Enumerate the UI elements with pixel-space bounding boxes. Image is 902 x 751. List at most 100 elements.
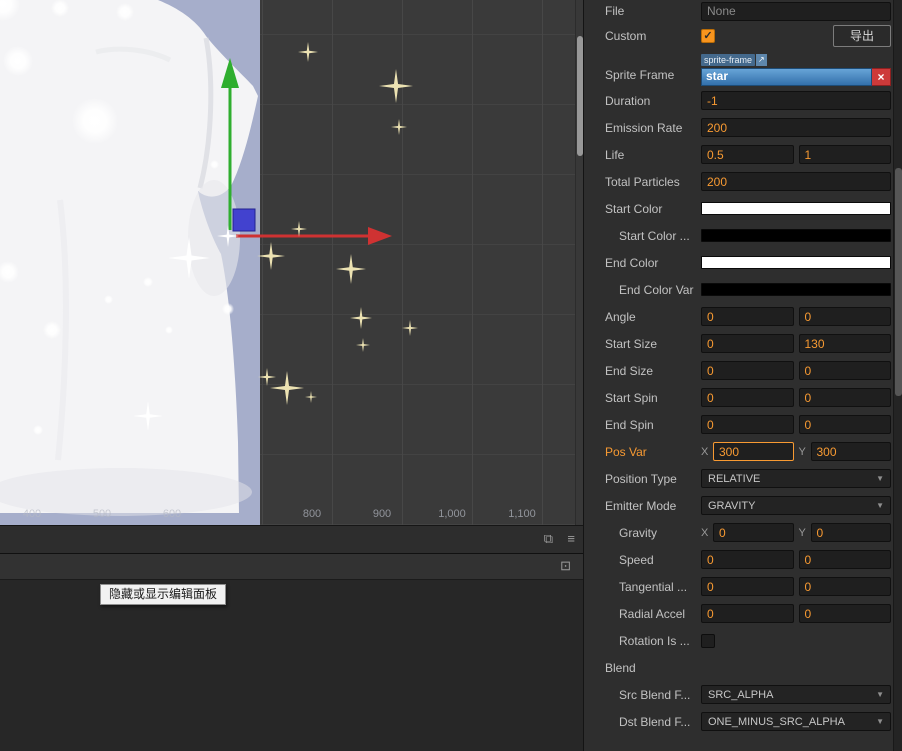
- position-type-select[interactable]: RELATIVE ▼: [701, 469, 891, 488]
- custom-checkbox[interactable]: ✓: [701, 28, 715, 43]
- row-start-color: Start Color: [584, 195, 894, 222]
- pos-var-x-input[interactable]: [713, 442, 794, 461]
- check-icon: ✓: [703, 29, 713, 42]
- total-particles-input[interactable]: [701, 172, 891, 191]
- start-size-var-input[interactable]: [798, 334, 891, 353]
- chevron-down-icon: ▼: [876, 717, 884, 726]
- row-radial-accel: Radial Accel: [584, 600, 894, 627]
- speed-input[interactable]: [701, 550, 794, 569]
- row-start-spin: Start Spin: [584, 384, 894, 411]
- emission-rate-input[interactable]: [701, 118, 891, 137]
- end-spin-input[interactable]: [701, 415, 794, 434]
- end-color-swatch[interactable]: [701, 256, 891, 269]
- gizmo-x-arrow[interactable]: [368, 227, 392, 245]
- sprite-frame-asset[interactable]: star: [701, 68, 872, 86]
- src-blend-select[interactable]: SRC_ALPHA ▼: [701, 685, 891, 704]
- row-start-size: Start Size: [584, 330, 894, 357]
- emitter-mode-select[interactable]: GRAVITY ▼: [701, 496, 891, 515]
- export-button[interactable]: 导出: [832, 24, 891, 47]
- panel-menu-icon[interactable]: ≡: [567, 531, 575, 547]
- angle-var-input[interactable]: [798, 307, 891, 326]
- ruler-label: 900: [372, 508, 392, 520]
- start-color-swatch[interactable]: [701, 202, 891, 215]
- rotation-is-checkbox[interactable]: [701, 633, 715, 648]
- angle-input[interactable]: [701, 307, 794, 326]
- src-blend-value: SRC_ALPHA: [708, 688, 774, 701]
- external-link-icon[interactable]: ↗: [756, 53, 767, 66]
- life-input[interactable]: [701, 145, 794, 164]
- scene-scrollbar[interactable]: [575, 0, 583, 525]
- end-color-var-swatch[interactable]: [701, 283, 891, 296]
- custom-label: Custom: [605, 28, 647, 43]
- gravity-y-input[interactable]: [810, 523, 891, 542]
- scene-view[interactable]: 400 500 600 800 900 1,000 1,100: [0, 0, 575, 525]
- blend-section-label: Blend: [605, 660, 636, 675]
- radial-accel-label: Radial Accel: [619, 606, 686, 621]
- row-position-type: Position Type RELATIVE ▼: [584, 465, 894, 492]
- inspector-panel: File Custom ✓ 导出 Sprite Frame sprite-fra…: [583, 0, 902, 751]
- speed-var-input[interactable]: [798, 550, 891, 569]
- ruler-label: 400: [22, 508, 42, 520]
- end-color-label: End Color: [605, 255, 659, 270]
- dst-blend-label: Dst Blend F...: [619, 714, 691, 729]
- row-emission-rate: Emission Rate: [584, 114, 894, 141]
- row-file: File: [584, 0, 894, 22]
- life-var-input[interactable]: [798, 145, 891, 164]
- start-size-input[interactable]: [701, 334, 794, 353]
- rotation-is-label: Rotation Is ...: [619, 633, 690, 648]
- tangential-input[interactable]: [701, 577, 794, 596]
- start-color-var-swatch[interactable]: [701, 229, 891, 242]
- row-rotation-is: Rotation Is ...: [584, 627, 894, 654]
- row-dst-blend: Dst Blend F... ONE_MINUS_SRC_ALPHA ▼: [584, 708, 894, 735]
- row-pos-var: Pos Var X Y: [584, 438, 894, 465]
- popout-panel-icon[interactable]: ⊡: [560, 558, 571, 574]
- emitter-mode-value: GRAVITY: [708, 499, 756, 512]
- total-particles-label: Total Particles: [605, 174, 680, 189]
- timeline-panel-header: ⧉ ≡: [0, 525, 583, 553]
- tangential-label: Tangential ...: [619, 579, 688, 594]
- end-size-var-input[interactable]: [798, 361, 891, 380]
- row-start-color-var: Start Color ...: [584, 222, 894, 249]
- position-type-value: RELATIVE: [708, 472, 761, 485]
- end-size-input[interactable]: [701, 361, 794, 380]
- angle-label: Angle: [605, 309, 636, 324]
- remove-asset-button[interactable]: ×: [872, 68, 891, 86]
- emitter-mode-label: Emitter Mode: [605, 498, 677, 513]
- start-spin-var-input[interactable]: [798, 388, 891, 407]
- row-total-particles: Total Particles: [584, 168, 894, 195]
- float-panel-icon[interactable]: ⧉: [544, 531, 553, 547]
- gizmo-y-arrow[interactable]: [221, 58, 239, 88]
- gizmo-xy-handle[interactable]: [232, 208, 256, 232]
- position-type-label: Position Type: [605, 471, 677, 486]
- radial-accel-var-input[interactable]: [798, 604, 891, 623]
- inspector-scrollbar-thumb[interactable]: [895, 168, 902, 396]
- y-axis-label: Y: [798, 526, 806, 539]
- radial-accel-input[interactable]: [701, 604, 794, 623]
- row-sprite-frame: Sprite Frame sprite-frame ↗ star ×: [584, 49, 894, 87]
- dst-blend-select[interactable]: ONE_MINUS_SRC_ALPHA ▼: [701, 712, 891, 731]
- file-input[interactable]: [701, 1, 891, 21]
- pos-var-y-input[interactable]: [810, 442, 891, 461]
- editor-panel-header: ⊡: [0, 553, 583, 579]
- ruler-label: 600: [162, 508, 182, 520]
- end-spin-var-input[interactable]: [798, 415, 891, 434]
- duration-label: Duration: [605, 93, 651, 108]
- inspector-scrollbar[interactable]: [893, 0, 902, 751]
- row-gravity: Gravity X Y: [584, 519, 894, 546]
- transform-gizmo: [221, 58, 392, 245]
- row-custom: Custom ✓ 导出: [584, 22, 894, 49]
- row-end-size: End Size: [584, 357, 894, 384]
- end-size-label: End Size: [605, 363, 654, 378]
- row-end-spin: End Spin: [584, 411, 894, 438]
- gravity-x-input[interactable]: [713, 523, 794, 542]
- tangential-var-input[interactable]: [798, 577, 891, 596]
- sprite-frame-type-badge[interactable]: sprite-frame: [701, 53, 756, 66]
- start-spin-input[interactable]: [701, 388, 794, 407]
- row-life: Life: [584, 141, 894, 168]
- start-size-label: Start Size: [605, 336, 658, 351]
- end-spin-label: End Spin: [605, 417, 654, 432]
- duration-input[interactable]: [701, 91, 891, 110]
- emission-rate-label: Emission Rate: [605, 120, 683, 135]
- row-src-blend: Src Blend F... SRC_ALPHA ▼: [584, 681, 894, 708]
- row-end-color-var: End Color Var: [584, 276, 894, 303]
